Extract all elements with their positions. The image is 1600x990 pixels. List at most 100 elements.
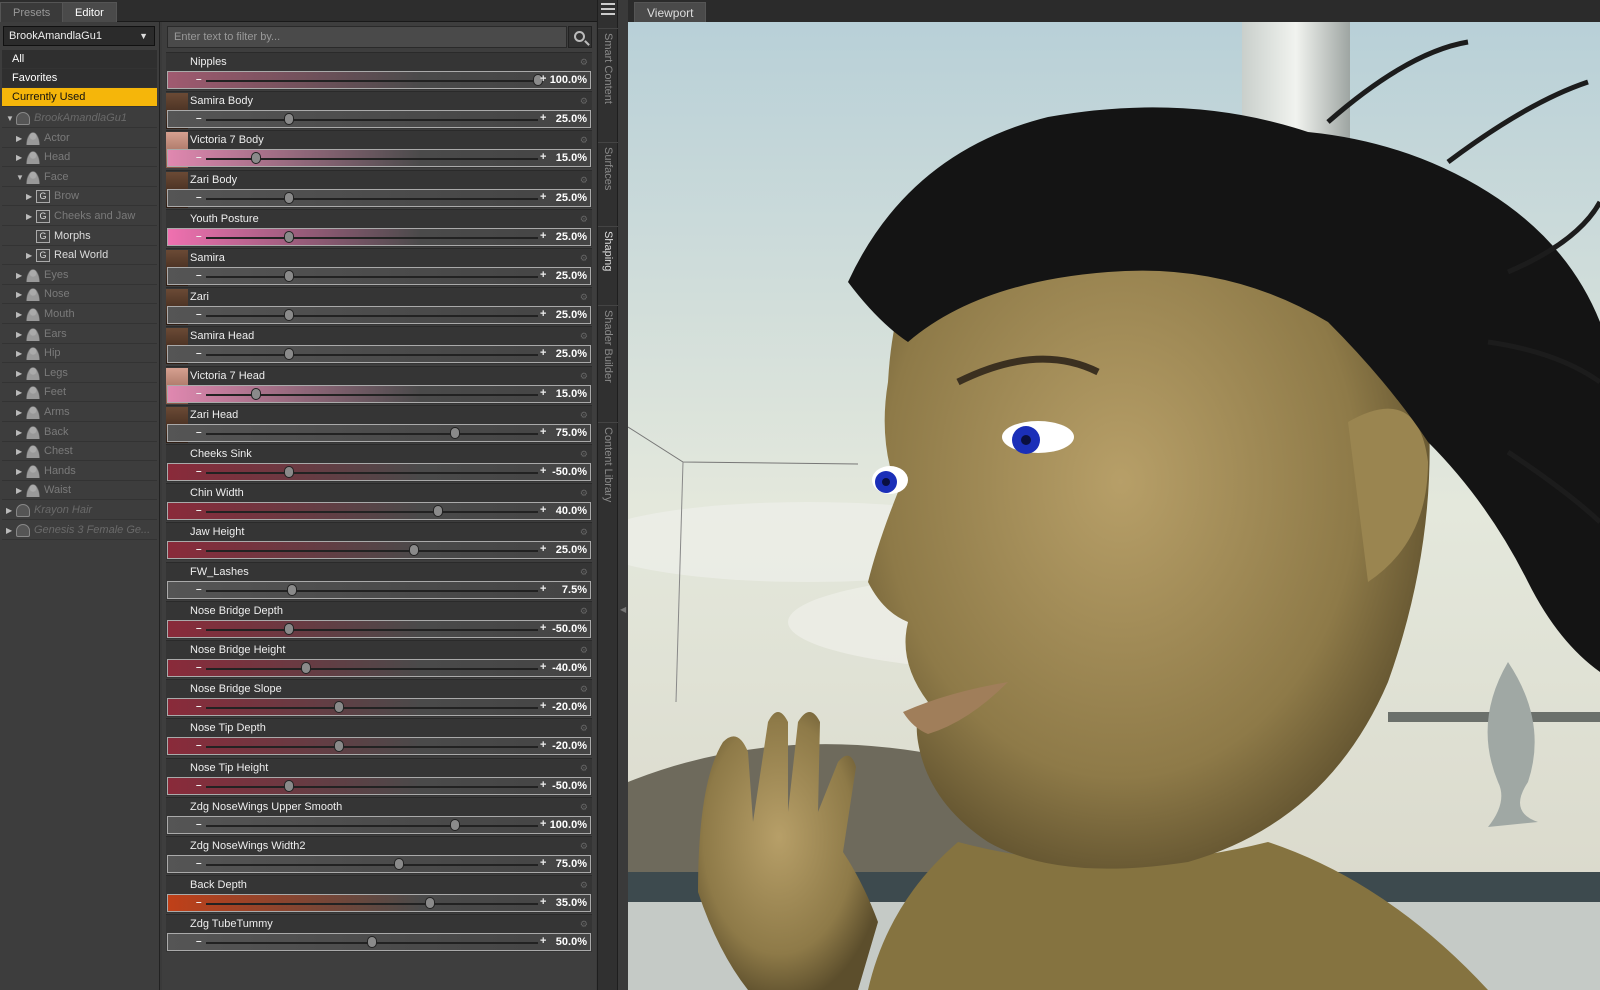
decrement-button[interactable]: –	[196, 819, 202, 830]
gear-icon[interactable]: ⚙	[580, 684, 588, 695]
tree-node[interactable]: ▶ Feet	[2, 383, 157, 403]
decrement-button[interactable]: –	[196, 544, 202, 555]
slider-value[interactable]: 25.0%	[556, 309, 587, 321]
property-slider[interactable]: Victoria 7 Head ⚙ – +15.0%	[166, 365, 592, 404]
slider-knob[interactable]	[284, 113, 294, 126]
slider-value[interactable]: 25.0%	[556, 192, 587, 204]
gear-icon[interactable]: ⚙	[580, 175, 588, 186]
gear-icon[interactable]: ⚙	[580, 802, 588, 813]
decrement-button[interactable]: –	[196, 113, 202, 124]
gear-icon[interactable]: ⚙	[580, 723, 588, 734]
property-slider[interactable]: Youth Posture ⚙ – +25.0%	[166, 208, 592, 247]
increment-button[interactable]: +	[540, 230, 546, 242]
property-slider[interactable]: Zari Body ⚙ – +25.0%	[166, 169, 592, 208]
gear-icon[interactable]: ⚙	[580, 371, 588, 382]
property-slider[interactable]: Zari Head ⚙ – +75.0%	[166, 404, 592, 443]
property-slider[interactable]: Samira Head ⚙ – +25.0%	[166, 326, 592, 365]
increment-button[interactable]: +	[540, 387, 546, 399]
category-all[interactable]: All	[2, 50, 157, 69]
slider-track[interactable]: – + -50.0%	[167, 463, 591, 481]
slider-track[interactable]: – + -40.0%	[167, 659, 591, 677]
decrement-button[interactable]: –	[196, 309, 202, 320]
tab-presets[interactable]: Presets	[0, 2, 64, 22]
property-slider[interactable]: Zari ⚙ – +25.0%	[166, 287, 592, 326]
slider-knob[interactable]	[367, 936, 377, 949]
slider-knob[interactable]	[433, 505, 444, 518]
tab-viewport[interactable]: Viewport	[634, 2, 707, 22]
decrement-button[interactable]: –	[196, 858, 202, 869]
pane-splitter[interactable]	[618, 0, 628, 990]
side-tab-smart-content[interactable]: Smart Content	[598, 28, 619, 123]
gear-icon[interactable]: ⚙	[580, 292, 588, 303]
property-slider[interactable]: Zdg NoseWings Width2 ⚙ – +75.0%	[166, 836, 592, 874]
slider-value[interactable]: 40.0%	[556, 505, 587, 517]
slider-value[interactable]: -20.0%	[552, 701, 587, 713]
tree-node[interactable]: ▶ Hip	[2, 344, 157, 364]
slider-value[interactable]: 25.0%	[556, 544, 587, 556]
slider-value[interactable]: 75.0%	[556, 858, 587, 870]
gear-icon[interactable]: ⚙	[580, 527, 588, 538]
tree-node[interactable]: ▶ Actor	[2, 129, 157, 148]
tree-node[interactable]: ▶ G Cheeks and Jaw	[2, 207, 157, 226]
expand-arrow-icon[interactable]: ▶	[16, 305, 22, 324]
decrement-button[interactable]: –	[196, 623, 202, 634]
expand-arrow-icon[interactable]: ▶	[16, 481, 22, 500]
gear-icon[interactable]: ⚙	[580, 96, 588, 107]
slider-track[interactable]: – + -50.0%	[167, 619, 591, 638]
tree-node[interactable]: ▶ Head	[2, 148, 157, 168]
slider-knob[interactable]	[408, 544, 419, 557]
slider-value[interactable]: -50.0%	[552, 466, 587, 478]
increment-button[interactable]: +	[540, 818, 546, 830]
expand-arrow-icon[interactable]: ▶	[16, 423, 22, 442]
node-selector-dropdown[interactable]: BrookAmandlaGu1 ▼	[3, 26, 155, 46]
decrement-button[interactable]: –	[196, 192, 202, 203]
increment-button[interactable]: +	[540, 935, 546, 947]
property-slider[interactable]: Chin Width ⚙ – +40.0%	[166, 483, 592, 522]
collapse-arrow-icon[interactable]: ▼	[6, 109, 14, 128]
increment-button[interactable]: +	[540, 661, 546, 673]
gear-icon[interactable]: ⚙	[580, 253, 588, 264]
slider-value[interactable]: 25.0%	[556, 348, 587, 360]
expand-arrow-icon[interactable]: ▶	[26, 207, 32, 226]
slider-knob[interactable]	[284, 348, 294, 361]
decrement-button[interactable]: –	[196, 740, 202, 751]
slider-track[interactable]: – +7.5%	[167, 580, 591, 599]
tree-node[interactable]: ▶ Eyes	[2, 266, 157, 285]
decrement-button[interactable]: –	[196, 231, 202, 242]
slider-knob[interactable]	[284, 779, 294, 792]
slider-track[interactable]: – +35.0%	[167, 894, 591, 913]
increment-button[interactable]: +	[540, 465, 546, 477]
increment-button[interactable]: +	[540, 857, 546, 869]
slider-value[interactable]: 25.0%	[556, 270, 587, 282]
gear-icon[interactable]: ⚙	[580, 606, 588, 617]
decrement-button[interactable]: –	[196, 388, 202, 399]
decrement-button[interactable]: –	[196, 701, 202, 712]
slider-value[interactable]: 100.0%	[550, 74, 587, 86]
tree-node[interactable]: ▶ G Real World	[2, 246, 157, 266]
gear-icon[interactable]: ⚙	[580, 57, 588, 68]
filter-input[interactable]: Enter text to filter by...	[167, 26, 567, 48]
slider-value[interactable]: 100.0%	[550, 819, 587, 831]
decrement-button[interactable]: –	[196, 662, 202, 673]
slider-track[interactable]: – +25.0%	[167, 541, 591, 560]
increment-button[interactable]: +	[540, 269, 546, 281]
slider-value[interactable]: 25.0%	[556, 231, 587, 243]
pane-menu-icon[interactable]	[601, 3, 615, 15]
increment-button[interactable]: +	[540, 112, 546, 124]
gear-icon[interactable]: ⚙	[580, 410, 588, 421]
tree-node[interactable]: ▶ Legs	[2, 364, 157, 383]
slider-value[interactable]: 15.0%	[556, 152, 587, 164]
slider-knob[interactable]	[284, 622, 294, 635]
slider-knob[interactable]	[333, 701, 344, 714]
increment-button[interactable]: +	[540, 739, 546, 751]
property-slider[interactable]: Victoria 7 Body ⚙ – +15.0%	[166, 130, 592, 169]
property-slider[interactable]: Back Depth ⚙ – +35.0%	[166, 875, 592, 914]
tree-node[interactable]: ▼ Face	[2, 168, 157, 187]
expand-arrow-icon[interactable]: ▶	[6, 521, 12, 540]
slider-value[interactable]: 35.0%	[556, 897, 587, 909]
slider-track[interactable]: – +100.0%	[167, 815, 591, 834]
decrement-button[interactable]: –	[196, 505, 202, 516]
expand-arrow-icon[interactable]: ▶	[16, 266, 22, 285]
slider-track[interactable]: – + -20.0%	[167, 737, 591, 756]
slider-track[interactable]: – +25.0%	[167, 345, 591, 364]
